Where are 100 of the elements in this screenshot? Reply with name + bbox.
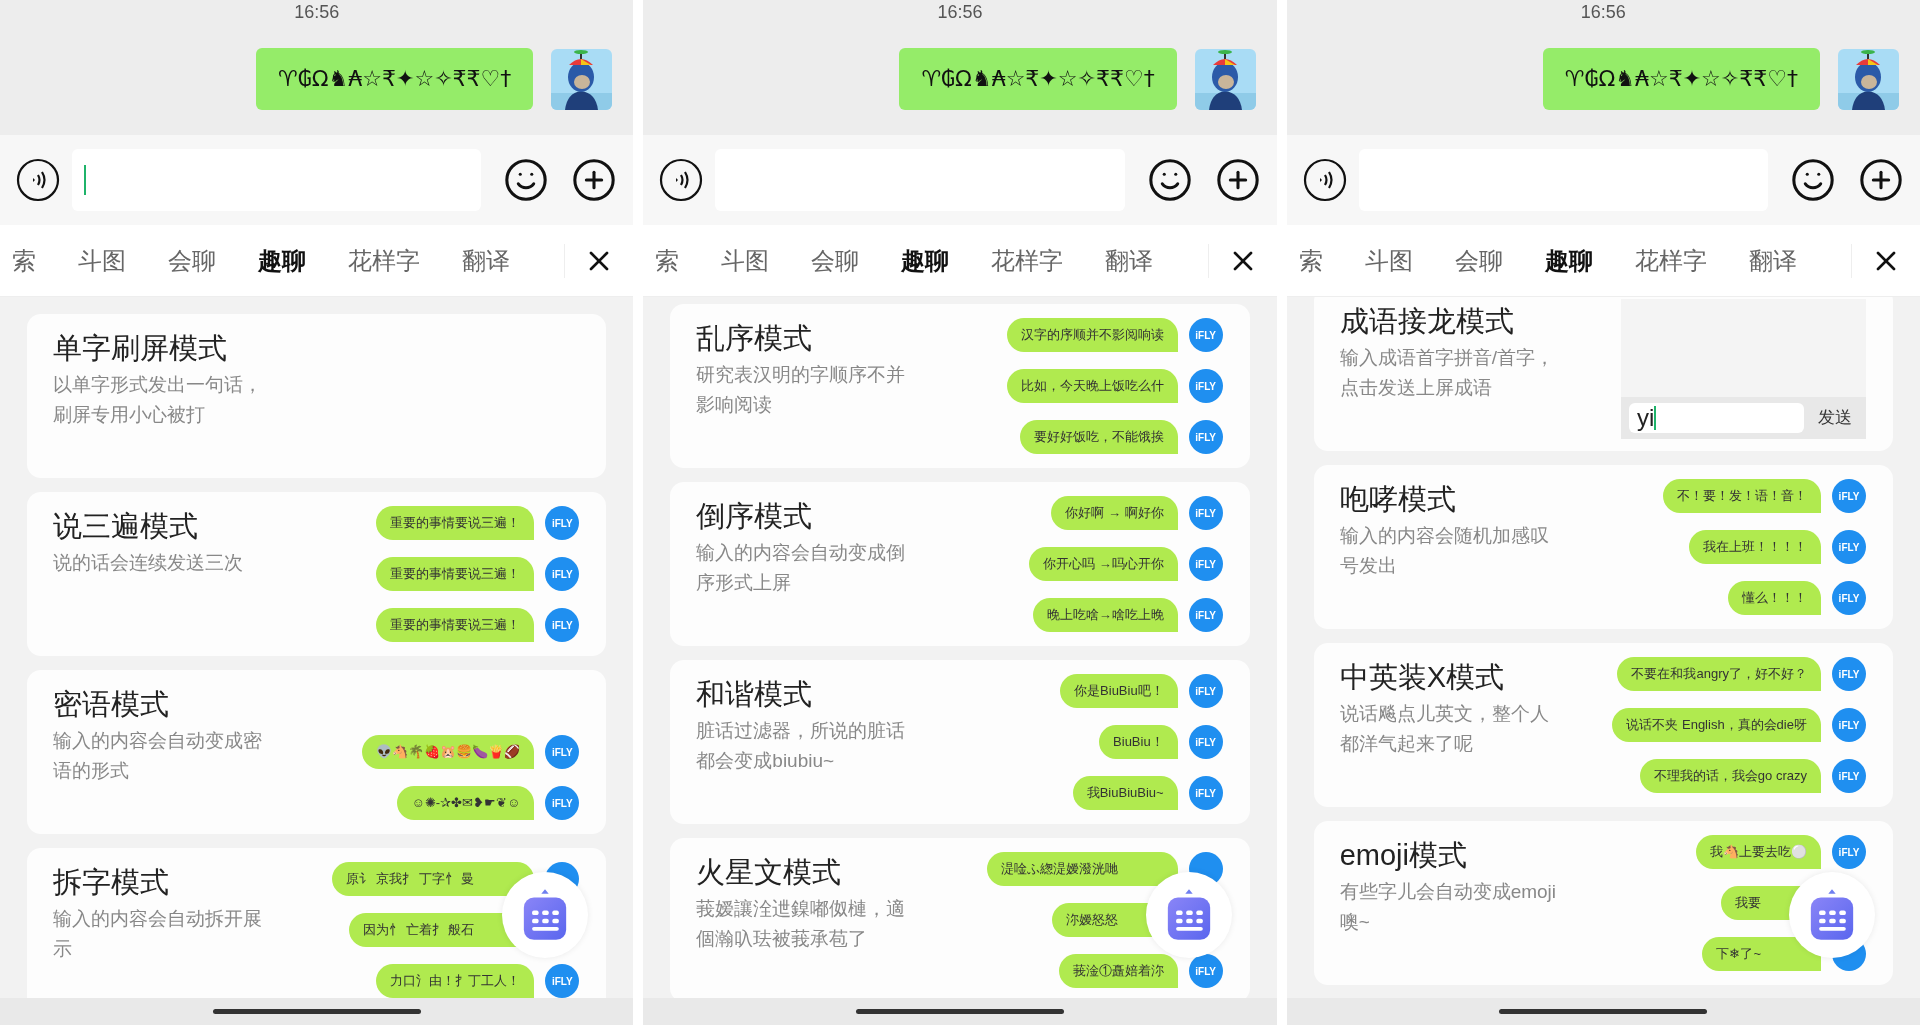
chat-bubble: 要好好饭吃，不能饿挨 <box>1019 420 1178 454</box>
tab[interactable]: 索 <box>1298 240 1323 281</box>
keyboard-icon <box>522 888 569 942</box>
mode-card[interactable]: 单字刷屏模式 以单字形式发出一句话，刷屏专用小心被打 <box>27 314 607 478</box>
ifly-avatar: iFLY <box>1832 657 1866 691</box>
mode-card[interactable]: emoji模式 有些字儿会自动变成emoji噢~ 我🐴上要去吃⚪ iFLY 我要 下❄了~ <box>1313 821 1893 985</box>
mode-card[interactable]: 说三遍模式 说的话会连续发送三次 重要的事情要说三遍！ iFLY 重要的事情要说三遍！ iFLY 重要的事情要说三遍！ iFLY <box>27 492 607 656</box>
voice-icon[interactable] <box>659 158 704 202</box>
card-title: 中英装X模式 <box>1339 660 1505 695</box>
card-description: 说的话会连续发送三次 <box>53 551 244 575</box>
tab[interactable]: 会聊 <box>1454 240 1503 281</box>
keyboard-icon <box>1809 888 1855 942</box>
chat-bubble: 不！要！发！语！音！ <box>1663 479 1821 513</box>
ifly-avatar: iFLY <box>1832 479 1866 513</box>
voice-icon[interactable] <box>16 158 60 202</box>
send-button[interactable]: 发送 <box>1812 405 1858 431</box>
ifly-avatar: iFLY <box>545 735 580 769</box>
chat-bubble: 力口氵由！扌丁工人！ <box>376 964 535 998</box>
voice-icon[interactable] <box>1302 158 1347 202</box>
card-title: 和谐模式 <box>696 677 814 712</box>
mode-card[interactable]: 中英装X模式 说话飚点儿英文，整个人都洋气起来了呢 不要在和我angry了，好不好？ iFLY 说话不夹 English，真的会die呀 iFLY 不理我的话，我会go crazy iFLY <box>1313 643 1893 807</box>
mode-card[interactable]: 乱序模式 研究表汉明的字顺序不并影响阅读 汉字的序顺并不影阅响读 iFLY 比如，今天晚上饭吃么什 iFLY 要好好饭吃，不能饿挨 iFLY <box>670 304 1250 468</box>
tab[interactable]: 趣聊 <box>901 240 950 281</box>
tab[interactable]: 索 <box>655 240 680 281</box>
card-description: 输入的内容会自动变成倒序形式上屏 <box>696 541 907 595</box>
card-title: 火星文模式 <box>696 855 843 890</box>
card-title: 成语接龙模式 <box>1339 304 1515 339</box>
chat-bubble: 我🐴上要去吃⚪ <box>1696 835 1821 869</box>
card-description: 输入的内容会自动变成密语的形式 <box>53 729 263 783</box>
tab[interactable]: 斗图 <box>721 240 770 281</box>
mode-card[interactable]: 拆字模式 输入的内容会自动拆开展示 原讠 京我扌 丁字忄 曼 因为忄 亡着扌 般石 力口氵由！扌丁工人！ iFLY <box>27 848 607 998</box>
chat-bubble: 你好啊 → 啊好你 <box>1051 496 1178 530</box>
chat-bubble: 比如，今天晚上饭吃么什 <box>1006 369 1178 403</box>
ifly-avatar: iFLY <box>1832 759 1866 793</box>
emoji-icon[interactable] <box>503 157 550 203</box>
card-description: 以单字形式发出一句话，刷屏专用小心被打 <box>53 373 263 427</box>
add-icon[interactable] <box>571 157 618 203</box>
mode-card[interactable]: 和谐模式 脏话过滤器，所说的脏话都会变成biubiu~ 你是BiuBiu吧！ iFLY BiuBiu！ iFLY 我BiuBiuBiu~ iFLY <box>670 660 1250 824</box>
keyboard-icon <box>1165 888 1212 942</box>
message-input[interactable] <box>72 149 482 211</box>
tab[interactable]: 花样字 <box>348 240 420 281</box>
ifly-avatar: iFLY <box>1188 776 1223 810</box>
tab[interactable]: 趣聊 <box>1544 240 1593 281</box>
chat-bubble: 下❄了~ <box>1702 937 1821 971</box>
chat-bubble: BiuBiu！ <box>1099 725 1178 759</box>
chat-bubble: 重要的事情要说三遍！ <box>376 608 535 642</box>
card-description: 输入成语首字拼音/首字，点击发送上屏成语 <box>1339 346 1555 400</box>
mode-card[interactable]: 咆哮模式 输入的内容会随机加感叹号发出 不！要！发！语！音！ iFLY 我在上班！！！！ iFLY 懂么！！！ iFLY <box>1313 465 1893 629</box>
mode-card[interactable]: 倒序模式 输入的内容会自动变成倒序形式上屏 你好啊 → 啊好你 iFLY 你开心吗 →吗心开你 iFLY 晚上吃啥→啥吃上晚 iFLY <box>670 482 1250 646</box>
tab[interactable]: 翻译 <box>1748 240 1797 281</box>
ifly-avatar: iFLY <box>1188 420 1223 454</box>
add-icon[interactable] <box>1214 157 1261 203</box>
ifly-avatar: iFLY <box>545 506 580 540</box>
tab[interactable]: 翻译 <box>1105 240 1154 281</box>
tab[interactable]: 趣聊 <box>258 240 306 281</box>
tab[interactable]: 会聊 <box>811 240 860 281</box>
ifly-avatar: iFLY <box>1188 496 1223 530</box>
tab[interactable]: 索 <box>12 240 36 281</box>
card-title: 拆字模式 <box>53 865 170 900</box>
emoji-icon[interactable] <box>1790 157 1836 203</box>
message-bubble: ♈₲Ω♞₳☆₹✦☆✧₹₹♡† <box>899 48 1177 110</box>
chat-bubble: 汉字的序顺并不影阅响读 <box>1006 318 1178 352</box>
ifly-avatar: iFLY <box>1832 581 1866 615</box>
card-title: 倒序模式 <box>696 499 814 534</box>
chat-bubble: 说话不夹 English，真的会die呀 <box>1612 708 1821 742</box>
status-time: 16:56 <box>1579 1 1627 24</box>
chat-bubble: 你是BiuBiu吧！ <box>1060 674 1178 708</box>
ifly-avatar: iFLY <box>1188 598 1223 632</box>
ifly-avatar: iFLY <box>1188 369 1223 403</box>
chat-bubble: 我在上班！！！！ <box>1689 530 1821 564</box>
card-description: 莪嫒讓洤迣鎳嘟伮槤，適個瀚叺珐被莪承苞了 <box>696 897 907 951</box>
input-field[interactable]: yi <box>1629 403 1804 433</box>
chat-bubble: 你开心吗 →吗心开你 <box>1029 547 1178 581</box>
ifly-avatar: iFLY <box>1188 725 1223 759</box>
status-time: 16:56 <box>293 1 341 24</box>
ifly-avatar: iFLY <box>545 964 580 998</box>
tab[interactable]: 斗图 <box>1364 240 1413 281</box>
tab[interactable]: 花样字 <box>991 240 1064 281</box>
chat-bubble: 原讠 京我扌 丁字忄 曼 <box>332 862 535 896</box>
card-description: 输入的内容会随机加感叹号发出 <box>1339 524 1550 578</box>
mode-card[interactable]: 成语接龙模式 输入成语首字拼音/首字，点击发送上屏成语 yi 发送 <box>1313 297 1893 451</box>
card-title: 乱序模式 <box>696 321 814 356</box>
ifly-avatar: iFLY <box>545 557 580 591</box>
card-description: 研究表汉明的字顺序不并影响阅读 <box>696 363 907 417</box>
message-bubble: ♈₲Ω♞₳☆₹✦☆✧₹₹♡† <box>256 48 534 110</box>
tab[interactable]: 斗图 <box>78 240 126 281</box>
emoji-icon[interactable] <box>1146 157 1193 203</box>
chat-bubble: 莪淦①矗婄着沵 <box>1058 954 1178 988</box>
ifly-avatar: iFLY <box>545 786 580 820</box>
mode-card[interactable]: 火星文模式 莪嫒讓洤迣鎳嘟伮槤，適個瀚叺珐被莪承苞了 湜唫ふ緫湜嫒潑洸哋 沵嫒怒怒 莪淦①矗婄着沵 iFLY <box>670 838 1250 998</box>
add-icon[interactable] <box>1858 157 1904 203</box>
ifly-avatar: iFLY <box>1188 954 1223 988</box>
tab[interactable]: 会聊 <box>168 240 216 281</box>
ifly-avatar: iFLY <box>1832 530 1866 564</box>
tab[interactable]: 花样字 <box>1634 240 1707 281</box>
tab[interactable]: 翻译 <box>462 240 510 281</box>
mode-card[interactable]: 密语模式 输入的内容会自动变成密语的形式 👽🐴🌴🍓🐹🍔🍆🍟🏈 iFLY ☺✺-✰✤✉❥☛❦☺ iFLY <box>27 670 607 834</box>
card-title: 说三遍模式 <box>53 509 199 544</box>
ifly-avatar: iFLY <box>545 608 580 642</box>
chat-bubble: 重要的事情要说三遍！ <box>376 506 535 540</box>
